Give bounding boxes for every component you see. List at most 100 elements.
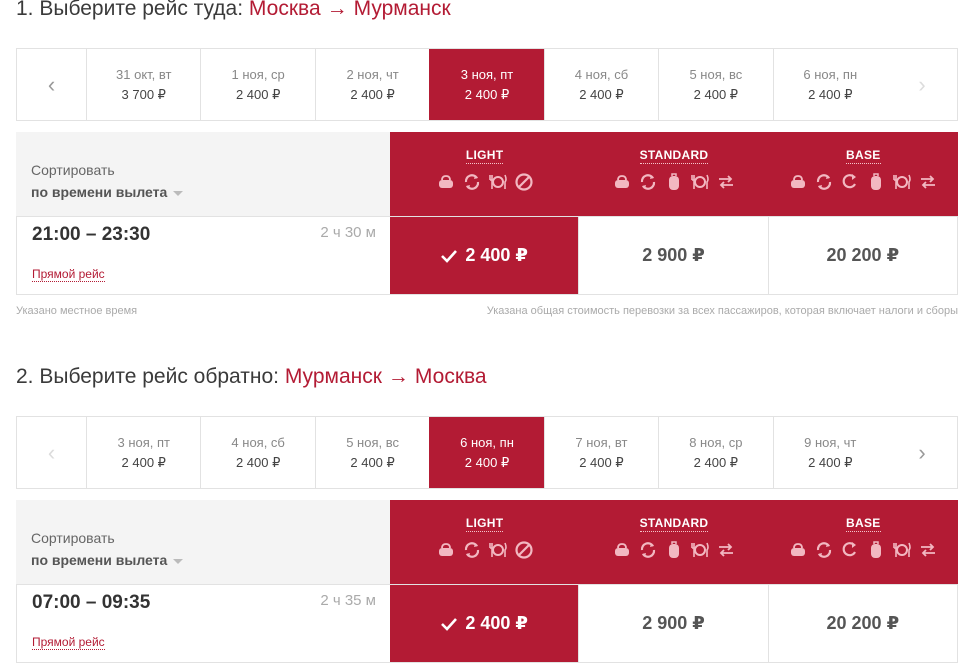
refund-icon bbox=[921, 175, 936, 189]
sort-dropdown[interactable]: по времени вылета bbox=[31, 184, 184, 200]
fare-icons bbox=[788, 172, 938, 192]
price-base[interactable]: 20 200 ₽ bbox=[767, 585, 957, 662]
date-cell[interactable]: 8 ноя, ср 2 400 ₽ bbox=[658, 417, 772, 488]
fare-icons bbox=[788, 540, 938, 560]
meal-icon bbox=[691, 542, 709, 557]
fare-light-header[interactable]: LIGHT bbox=[390, 132, 579, 216]
heading-prefix: 1. Выберите рейс туда: bbox=[16, 0, 244, 20]
price-light-selected[interactable]: 2 400 ₽ bbox=[390, 585, 579, 662]
date-price: 2 400 ₽ bbox=[579, 454, 624, 470]
date-cell[interactable]: 1 ноя, ср 2 400 ₽ bbox=[200, 49, 314, 120]
date-price: 2 400 ₽ bbox=[235, 454, 281, 470]
price-value: 20 200 ₽ bbox=[826, 613, 900, 633]
exchange-icon bbox=[817, 542, 832, 558]
sort-label: Сортировать bbox=[31, 530, 115, 546]
price-value: 2 900 ₽ bbox=[642, 245, 705, 265]
fare-standard-header[interactable]: STANDARD bbox=[579, 132, 768, 216]
fare-light-header[interactable]: LIGHT bbox=[390, 500, 579, 584]
next-dates-button[interactable]: › bbox=[887, 417, 957, 488]
meal-icon bbox=[488, 542, 507, 557]
outbound-heading: 1. Выберите рейс туда: Москва → Мурманск bbox=[16, 0, 451, 21]
bag-icon bbox=[438, 175, 453, 188]
fare-icons bbox=[612, 172, 736, 192]
date-cell[interactable]: 6 ноя, пн 2 400 ₽ bbox=[772, 49, 887, 120]
date-strip: ‹ 3 ноя, пт 2 400 ₽ 4 ноя, сб 2 400 ₽ 5 но… bbox=[16, 416, 958, 489]
date-price: 2 400 ₽ bbox=[350, 86, 395, 102]
arrow-right-icon: → bbox=[387, 365, 409, 388]
sort-box: Сортировать по времени вылета bbox=[16, 132, 390, 216]
direct-flight-link[interactable]: Прямой рейс bbox=[32, 635, 105, 650]
date-cell[interactable]: 4 ноя, сб 2 400 ₽ bbox=[200, 417, 314, 488]
date-cell-selected[interactable]: 6 ноя, пн 2 400 ₽ bbox=[429, 417, 544, 488]
exchange-icon bbox=[817, 174, 832, 190]
heading-prefix: 2. Выберите рейс обратно: bbox=[16, 365, 279, 388]
fare-standard-header[interactable]: STANDARD bbox=[579, 500, 768, 584]
return-heading: 2. Выберите рейс обратно: Мурманск → Москв… bbox=[16, 365, 487, 389]
date-cell[interactable]: 5 ноя, вс 2 400 ₽ bbox=[314, 417, 429, 488]
no-refund-icon bbox=[515, 541, 533, 559]
date-label: 3 ноя, пт bbox=[460, 66, 514, 82]
prev-dates-button[interactable]: ‹ bbox=[17, 417, 86, 488]
price-row: 2 400 ₽ 2 900 ₽ 20 200 ₽ bbox=[390, 216, 958, 295]
luggage-icon bbox=[668, 173, 679, 190]
exchange-icon bbox=[464, 542, 479, 558]
bag-icon bbox=[791, 543, 806, 556]
price-standard[interactable]: 2 900 ₽ bbox=[578, 585, 767, 662]
price-value: 2 900 ₽ bbox=[642, 613, 705, 633]
date-label: 31 окт, вт bbox=[116, 66, 172, 82]
fare-name: BASE bbox=[846, 516, 881, 532]
date-cell[interactable]: 5 ноя, вс 2 400 ₽ bbox=[658, 49, 772, 120]
fare-icons bbox=[612, 540, 736, 560]
route-destination: Мурманск bbox=[353, 0, 451, 20]
date-cell[interactable]: 9 ноя, чт 2 400 ₽ bbox=[772, 417, 887, 488]
price-value: 20 200 ₽ bbox=[826, 245, 900, 265]
chevron-left-icon: ‹ bbox=[47, 439, 56, 465]
price-standard[interactable]: 2 900 ₽ bbox=[578, 217, 767, 294]
meal-icon bbox=[488, 174, 507, 189]
free-change-icon bbox=[842, 174, 857, 189]
flight-time: 21:00 – 23:30 bbox=[32, 224, 151, 245]
luggage-icon bbox=[871, 541, 882, 558]
date-price: 2 400 ₽ bbox=[579, 86, 624, 102]
flight-row: 21:00 – 23:30 2 ч 30 м Прямой рейс bbox=[16, 216, 390, 295]
arrow-right-icon: → bbox=[326, 0, 348, 20]
price-value: 2 400 ₽ bbox=[465, 245, 528, 265]
sort-value: по времени вылета bbox=[31, 184, 168, 200]
free-change-icon bbox=[842, 542, 857, 557]
prev-dates-button[interactable]: ‹ bbox=[17, 49, 86, 120]
price-light-selected[interactable]: 2 400 ₽ bbox=[390, 217, 579, 294]
fare-base-header[interactable]: BASE bbox=[769, 500, 958, 584]
luggage-icon bbox=[668, 541, 679, 558]
route-destination: Москва bbox=[414, 365, 487, 388]
fare-header: LIGHT STANDARD BASE bbox=[390, 500, 958, 584]
bag-icon bbox=[791, 175, 806, 188]
date-cell[interactable]: 4 ноя, сб 2 400 ₽ bbox=[543, 49, 658, 120]
price-value: 2 400 ₽ bbox=[465, 613, 528, 633]
chevron-right-icon: › bbox=[918, 439, 926, 465]
refund-icon bbox=[718, 543, 733, 557]
fare-header: LIGHT STANDARD BASE bbox=[390, 132, 958, 216]
fare-name: STANDARD bbox=[639, 148, 709, 164]
date-label: 4 ноя, сб bbox=[574, 66, 629, 82]
date-label: 1 ноя, ср bbox=[231, 66, 285, 82]
bag-icon bbox=[614, 175, 629, 188]
date-cell-selected[interactable]: 3 ноя, пт 2 400 ₽ bbox=[429, 49, 544, 120]
date-price: 2 400 ₽ bbox=[121, 454, 166, 470]
date-cell[interactable]: 2 ноя, чт 2 400 ₽ bbox=[314, 49, 429, 120]
date-label: 9 ноя, чт bbox=[804, 434, 857, 450]
direct-flight-link[interactable]: Прямой рейс bbox=[32, 267, 105, 282]
date-label: 6 ноя, пн bbox=[460, 434, 514, 450]
date-cell[interactable]: 7 ноя, вт 2 400 ₽ bbox=[543, 417, 658, 488]
no-refund-icon bbox=[515, 173, 533, 191]
date-cell[interactable]: 3 ноя, пт 2 400 ₽ bbox=[86, 417, 200, 488]
fare-name: STANDARD bbox=[639, 516, 709, 532]
next-dates-button[interactable]: › bbox=[887, 49, 957, 120]
sort-dropdown[interactable]: по времени вылета bbox=[31, 552, 184, 568]
route-origin: Мурманск bbox=[284, 365, 382, 388]
date-cell[interactable]: 31 окт, вт 3 700 ₽ bbox=[86, 49, 200, 120]
price-base[interactable]: 20 200 ₽ bbox=[767, 217, 957, 294]
fare-name: LIGHT bbox=[465, 148, 504, 164]
date-price: 2 400 ₽ bbox=[693, 454, 739, 470]
fare-base-header[interactable]: BASE bbox=[769, 132, 958, 216]
date-price: 2 400 ₽ bbox=[350, 454, 395, 470]
